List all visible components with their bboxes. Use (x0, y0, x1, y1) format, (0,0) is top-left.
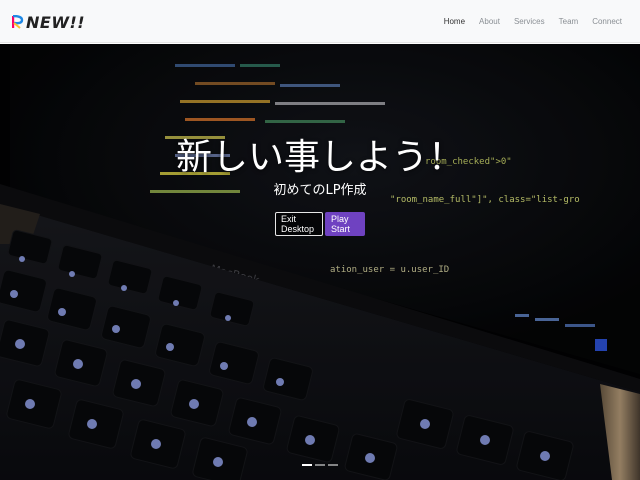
nav-home[interactable]: Home (444, 17, 465, 26)
navbar: NEW!! Home About Services Team Connect (0, 0, 640, 43)
hero-headline: 新しい事しよう！ (175, 137, 464, 178)
nav-about[interactable]: About (479, 17, 500, 26)
play-start-button[interactable]: Play Start (325, 212, 365, 236)
carousel-indicators (302, 464, 338, 466)
main-nav: Home About Services Team Connect (430, 0, 622, 43)
hero-carousel: room_checked">0" "room_name_full"]", cla… (0, 44, 640, 480)
brand[interactable]: NEW!! (12, 12, 85, 32)
carousel-indicator-1[interactable] (302, 464, 312, 466)
hero-overlay (0, 44, 640, 480)
brand-text: NEW!! (26, 12, 86, 32)
hero-buttons: Exit Desktop Play Start (0, 212, 640, 236)
exit-desktop-button[interactable]: Exit Desktop (275, 212, 323, 236)
nav-connect[interactable]: Connect (592, 17, 622, 26)
carousel-indicator-3[interactable] (328, 464, 338, 466)
nav-services[interactable]: Services (514, 17, 545, 26)
brand-logo-icon (12, 15, 24, 29)
nav-team[interactable]: Team (559, 17, 579, 26)
hero-subline: 初めてのLP作成 (273, 183, 367, 198)
carousel-indicator-2[interactable] (315, 464, 325, 466)
